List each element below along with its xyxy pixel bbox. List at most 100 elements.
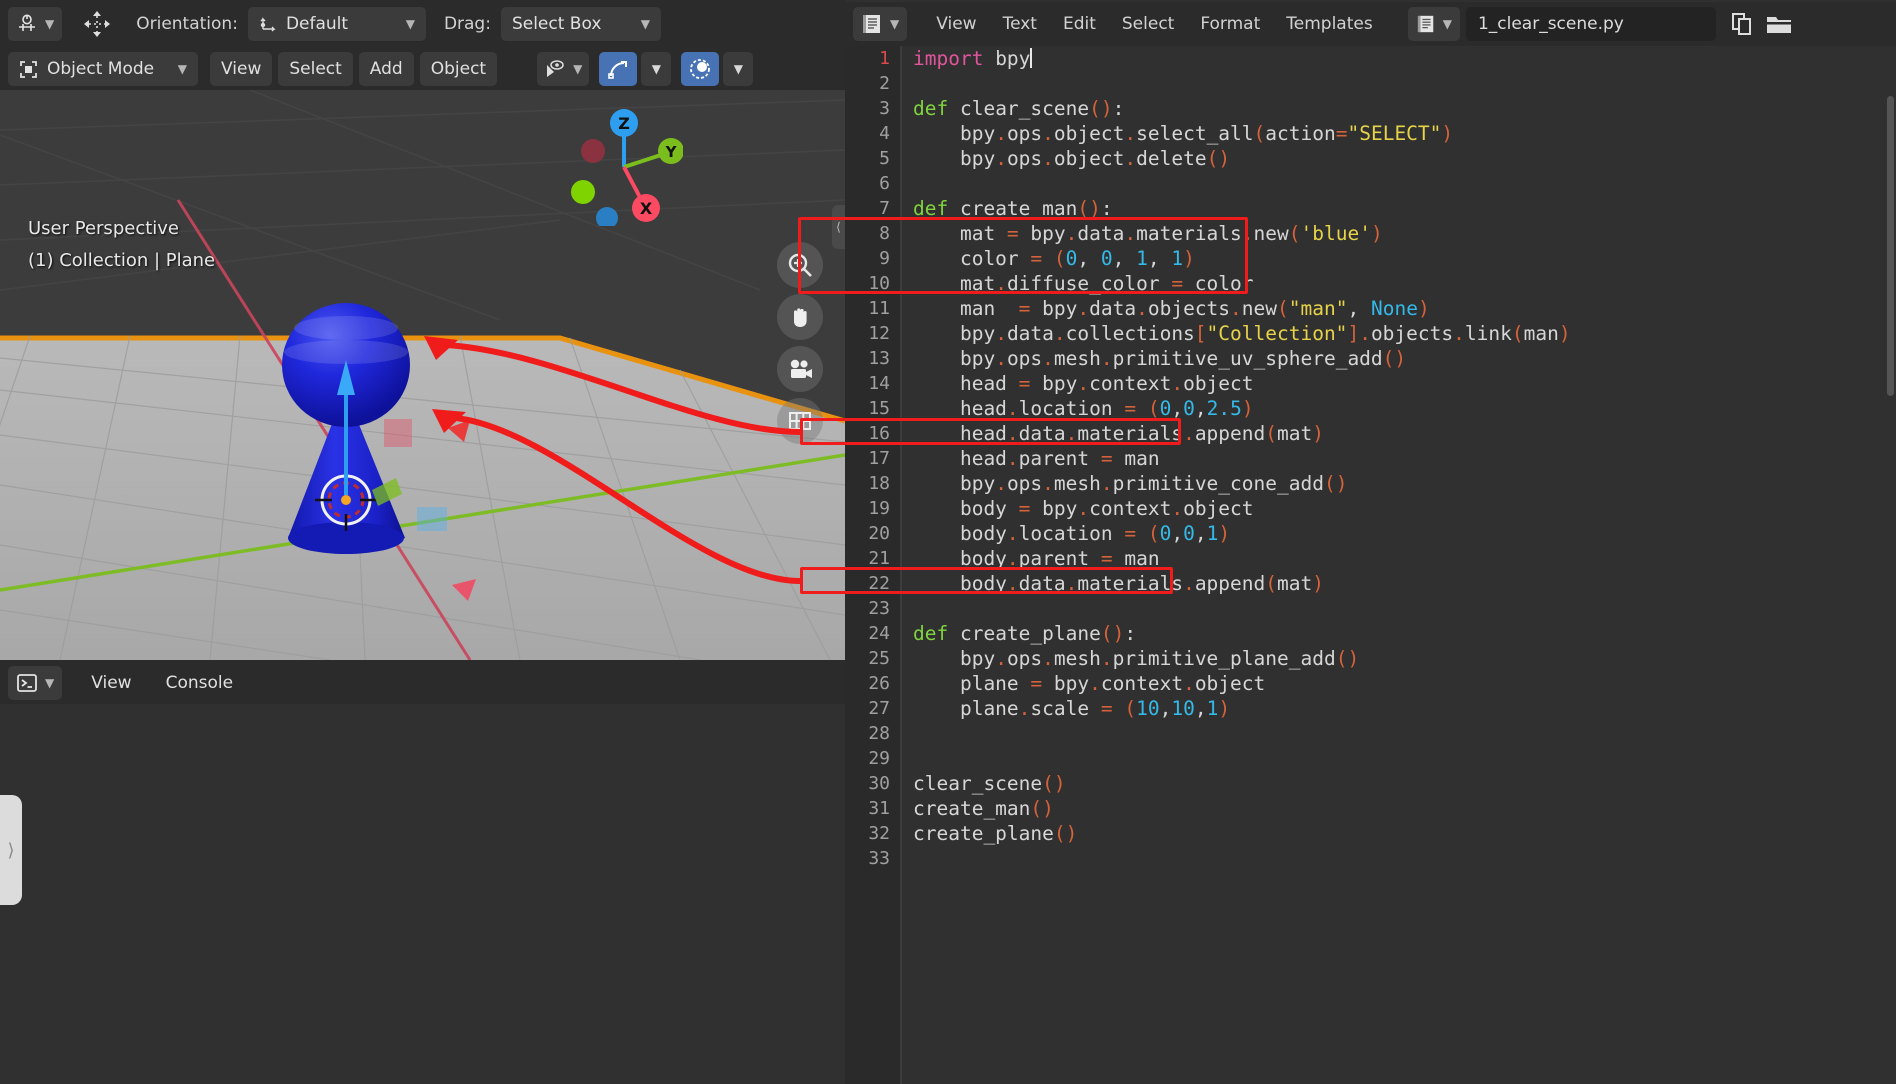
menu-object[interactable]: Object (419, 52, 498, 86)
code-line[interactable]: 23 (845, 596, 1896, 621)
vertical-scrollbar[interactable] (1887, 96, 1894, 396)
pan-tool-button[interactable] (777, 294, 823, 340)
new-text-button[interactable] (1724, 7, 1760, 41)
orthographic-toggle-button[interactable] (777, 398, 823, 444)
code-line[interactable]: 20 body.location = (0,0,1) (845, 521, 1896, 546)
console-menu-console[interactable]: Console (155, 666, 245, 700)
orientation-label: Orientation: (136, 14, 238, 34)
camera-view-button[interactable] (777, 346, 823, 392)
code-line[interactable]: 31 create_man() (845, 796, 1896, 821)
orientation-axis-icon (259, 15, 277, 33)
proportional-editing-icon (689, 58, 711, 80)
open-text-button[interactable] (1760, 7, 1798, 41)
code-line[interactable]: 5 bpy.ops.object.delete() (845, 146, 1896, 171)
3d-viewport[interactable]: User Perspective (1) Collection | Plane … (0, 90, 845, 660)
zoom-tool-button[interactable] (777, 242, 823, 288)
code-line[interactable]: 11 man = bpy.data.objects.new("man", Non… (845, 296, 1896, 321)
transform-pivot-button[interactable] (76, 7, 118, 41)
text-editor-type-button[interactable]: ▼ (853, 7, 908, 41)
text-menu-text[interactable]: Text (990, 15, 1050, 33)
svg-text:X: X (640, 199, 653, 218)
code-line[interactable]: 33 (845, 846, 1896, 871)
filename-field[interactable]: 1_clear_scene.py (1465, 7, 1716, 41)
console-menu-view[interactable]: View (80, 666, 142, 700)
code-line[interactable]: 3 def clear_scene(): (845, 96, 1896, 121)
code-line[interactable]: 14 head = bpy.context.object (845, 371, 1896, 396)
code-line[interactable]: 1 import bpy (845, 46, 1896, 71)
hand-icon (787, 304, 813, 330)
code-line[interactable]: 21 body.parent = man (845, 546, 1896, 571)
code-line[interactable]: 30 clear_scene() (845, 771, 1896, 796)
text-menu-select[interactable]: Select (1109, 15, 1187, 33)
code-line[interactable]: 2 (845, 71, 1896, 96)
code-line[interactable]: 29 (845, 746, 1896, 771)
code-line[interactable]: 16 head.data.materials.append(mat) (845, 421, 1896, 446)
code-line[interactable]: 12 bpy.data.collections["Collection"].ob… (845, 321, 1896, 346)
text-menu-edit[interactable]: Edit (1050, 15, 1109, 33)
line-number: 9 (879, 248, 890, 269)
line-number: 15 (868, 398, 890, 419)
console-header: ▼ View Console (0, 662, 845, 704)
camera-icon (787, 357, 813, 381)
text-menu-format[interactable]: Format (1187, 15, 1273, 33)
code-line-text: def clear_scene(): (913, 97, 1125, 120)
code-lines[interactable]: 1 import bpy 2 3 def clear_scene(): 4 bpy.ops… (845, 46, 1896, 871)
viewport-sidebar-toggle[interactable]: ⟨ (832, 205, 845, 249)
proportional-editing-button[interactable] (681, 52, 720, 86)
code-line[interactable]: 7 def create_man(): (845, 196, 1896, 221)
viewport-perspective-label: User Perspective (28, 218, 179, 239)
editor-type-button[interactable]: ▼ (8, 7, 63, 41)
python-console-icon (16, 673, 38, 693)
orientation-dropdown[interactable]: Default ▼ (247, 7, 426, 41)
menu-add-label: Add (369, 59, 403, 79)
code-line[interactable]: 4 bpy.ops.object.select_all(action="SELE… (845, 121, 1896, 146)
text-menu-view[interactable]: View (923, 15, 989, 33)
menu-object-label: Object (430, 59, 487, 79)
navigation-axis-gizmo[interactable]: Z Y X (565, 108, 683, 226)
menu-view-label: View (221, 59, 262, 79)
menu-view[interactable]: View (210, 52, 273, 86)
interaction-mode-dropdown[interactable]: Object Mode ▼ (8, 52, 198, 86)
code-line[interactable]: 9 color = (0, 0, 1, 1) (845, 246, 1896, 271)
code-line[interactable]: 26 plane = bpy.context.object (845, 671, 1896, 696)
svg-text:Y: Y (665, 143, 678, 161)
3d-viewport-icon (16, 13, 38, 35)
code-line[interactable]: 10 mat.diffuse_color = color (845, 271, 1896, 296)
code-line[interactable]: 8 mat = bpy.data.materials.new('blue') (845, 221, 1896, 246)
line-number: 20 (868, 523, 890, 544)
text-datablock-button[interactable]: ▼ (1407, 7, 1460, 41)
code-line[interactable]: 28 (845, 721, 1896, 746)
code-line[interactable]: 18 bpy.ops.mesh.primitive_cone_add() (845, 471, 1896, 496)
code-line[interactable]: 19 body = bpy.context.object (845, 496, 1896, 521)
viewport-pane: ▼ Orientation: Default ▼ Drag: Select Bo… (0, 0, 845, 1084)
code-line[interactable]: 24 def create_plane(): (845, 621, 1896, 646)
snap-options-dropdown[interactable]: ▼ (641, 52, 672, 86)
text-menu-templates[interactable]: Templates (1273, 15, 1385, 33)
line-number: 21 (868, 548, 890, 569)
code-line[interactable]: 22 body.data.materials.append(mat) (845, 571, 1896, 596)
console-sidebar-toggle[interactable]: ⟩ (0, 795, 22, 905)
code-line[interactable]: 6 (845, 171, 1896, 196)
code-line-text: bpy.ops.mesh.primitive_plane_add() (913, 647, 1360, 670)
code-line-text: create_man() (913, 797, 1054, 820)
menu-select[interactable]: Select (278, 52, 353, 86)
console-output-area[interactable] (0, 704, 845, 1084)
drag-dropdown[interactable]: Select Box ▼ (500, 7, 661, 41)
console-editor-type-button[interactable]: ▼ (8, 666, 63, 700)
code-editor[interactable]: 1 import bpy 2 3 def clear_scene(): 4 bpy.ops… (845, 46, 1896, 1084)
console-menu-view-label: View (91, 673, 132, 693)
code-line-text: clear_scene() (913, 772, 1066, 795)
code-line[interactable]: 17 head.parent = man (845, 446, 1896, 471)
code-line[interactable]: 32 create_plane() (845, 821, 1896, 846)
code-line[interactable]: 13 bpy.ops.mesh.primitive_uv_sphere_add(… (845, 346, 1896, 371)
code-line[interactable]: 27 plane.scale = (10,10,1) (845, 696, 1896, 721)
object-visibility-button[interactable]: ▼ (537, 52, 590, 86)
viewport-scene (0, 90, 845, 660)
snap-toggle-button[interactable] (599, 52, 638, 86)
proportional-falloff-dropdown[interactable]: ▼ (723, 52, 754, 86)
code-line-text: def create_plane(): (913, 622, 1137, 645)
menu-add[interactable]: Add (358, 52, 414, 86)
code-line-text: bpy.ops.mesh.primitive_uv_sphere_add() (913, 347, 1407, 370)
code-line[interactable]: 25 bpy.ops.mesh.primitive_plane_add() (845, 646, 1896, 671)
code-line[interactable]: 15 head.location = (0,0,2.5) (845, 396, 1896, 421)
